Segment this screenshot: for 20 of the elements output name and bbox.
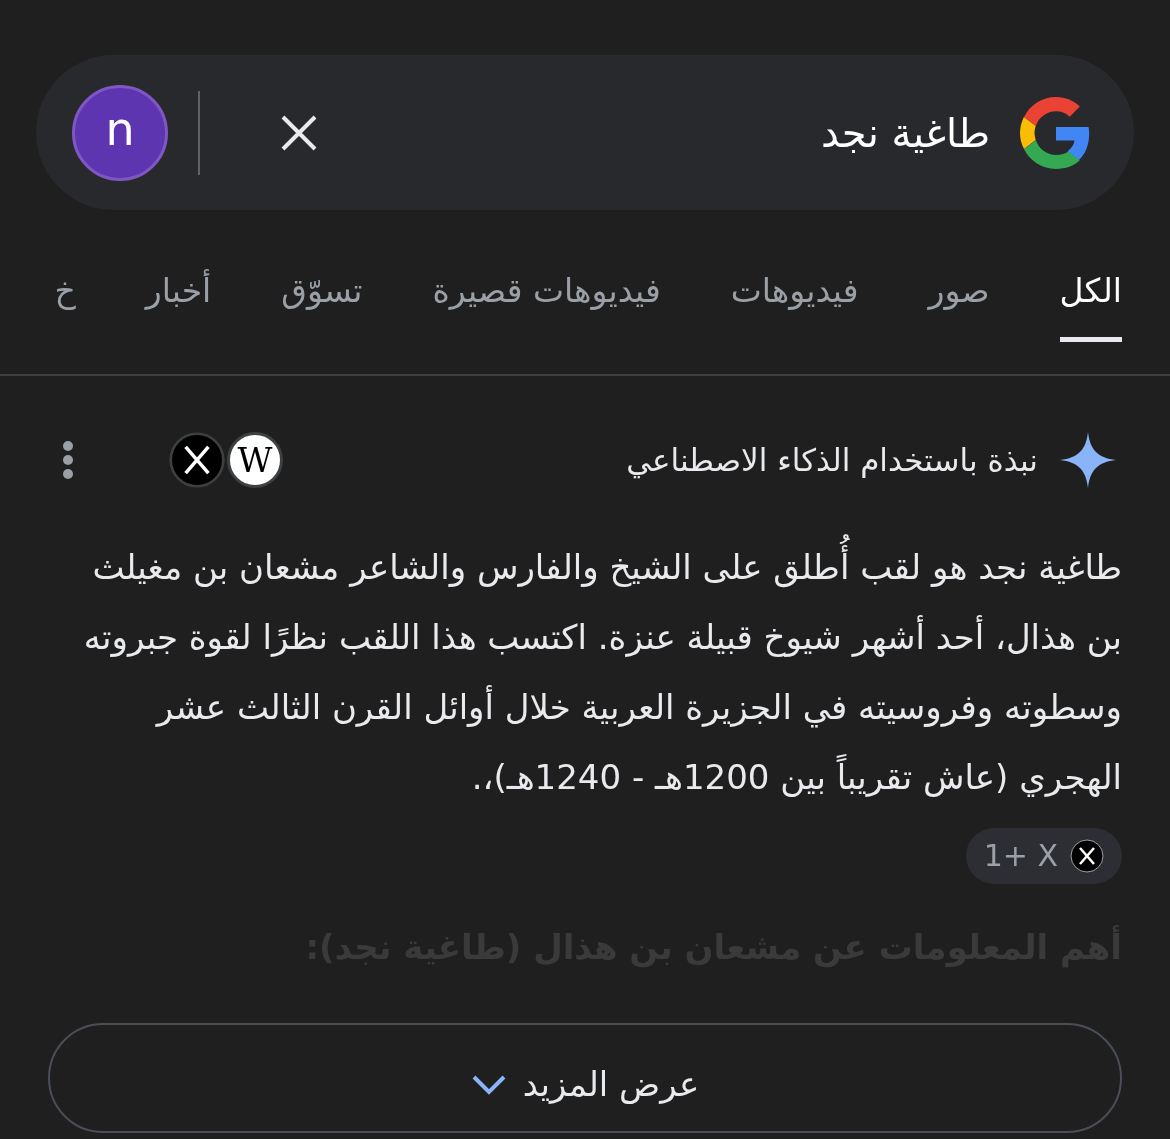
x-logo-icon[interactable]: [169, 432, 225, 488]
chevron-down-icon: [470, 1073, 507, 1097]
close-icon[interactable]: [280, 113, 318, 152]
overview-paragraph: طاغية نجد هو لقب أُطلق على الشيخ والفارس والشاعر مشعان بن مغيلث بن هذال، أحد أشهر شيوخ قبيلة عنزة. اكتسب هذا اللقب نظرًا لقوة جبروته وسطوته وفروسيته في الجزيرة العربية خلال أوائل القرن الثالث عشر الهجري (عاش تقريباً بين 1200هـ - 1240هـ)،.: [48, 528, 1122, 816]
search-tab[interactable]: الكل: [1059, 265, 1122, 342]
search-tab[interactable]: فيديوهات: [730, 265, 859, 342]
search-tab[interactable]: صور: [928, 265, 990, 342]
search-tab[interactable]: تسوّق: [281, 265, 363, 342]
more-options-icon[interactable]: [62, 441, 74, 479]
overview-title: نبذة باستخدام الذكاء الاصطناعي: [625, 440, 1038, 481]
x-logo-icon: [1070, 838, 1104, 873]
wikipedia-icon[interactable]: W: [227, 432, 283, 488]
search-tab[interactable]: خ: [54, 265, 76, 342]
show-more-button[interactable]: عرض المزيد: [48, 1023, 1122, 1133]
source-chip[interactable]: 1+ X: [965, 827, 1122, 884]
search-query[interactable]: طاغية نجد: [348, 102, 990, 163]
google-logo-icon: [1020, 96, 1092, 169]
search-tab[interactable]: فيديوهات قصيرة: [432, 265, 661, 342]
avatar[interactable]: n: [72, 84, 168, 181]
search-tab[interactable]: أخبار: [145, 265, 212, 342]
